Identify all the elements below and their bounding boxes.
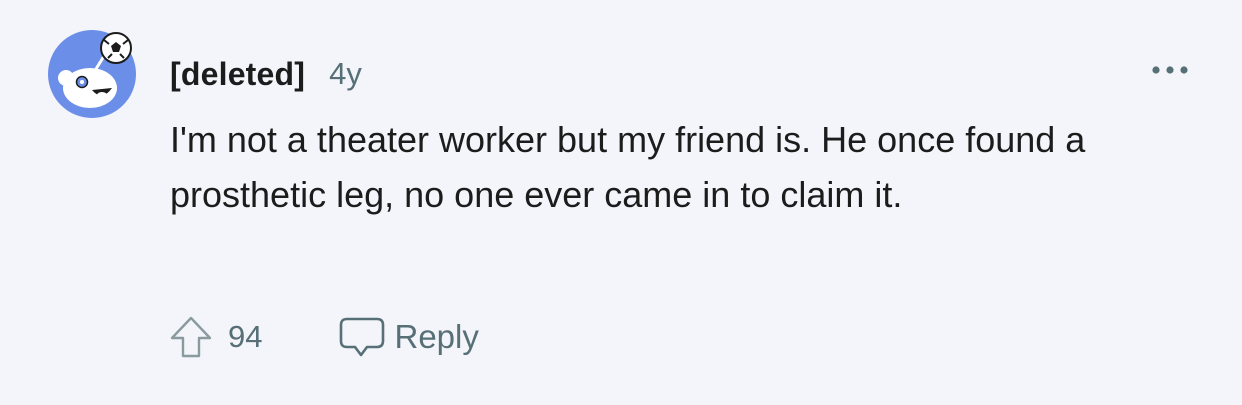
snoo-avatar-icon: [48, 30, 136, 118]
comment-age: 4y: [329, 56, 362, 91]
reply-label: Reply: [394, 318, 479, 355]
comment-actions: 94 Reply: [166, 312, 479, 362]
avatar[interactable]: [46, 24, 142, 120]
comment: [deleted] 4y I'm not a theater worker bu…: [0, 0, 1242, 405]
reply-button[interactable]: Reply: [336, 314, 479, 360]
speech-bubble-icon: [340, 317, 385, 357]
author-name[interactable]: [deleted]: [170, 56, 305, 93]
vote-score: 94: [228, 319, 263, 354]
reply-icon-wrap: [336, 314, 388, 360]
upvote-arrow-icon: [170, 316, 212, 358]
more-options-icon: [1152, 66, 1188, 74]
upvote-button[interactable]: [166, 312, 216, 362]
comment-meta: [deleted] 4y: [170, 52, 362, 96]
comment-body: I'm not a theater worker but my friend i…: [170, 119, 1086, 215]
vote-group: 94: [166, 312, 262, 362]
more-options-button[interactable]: [1146, 52, 1194, 88]
